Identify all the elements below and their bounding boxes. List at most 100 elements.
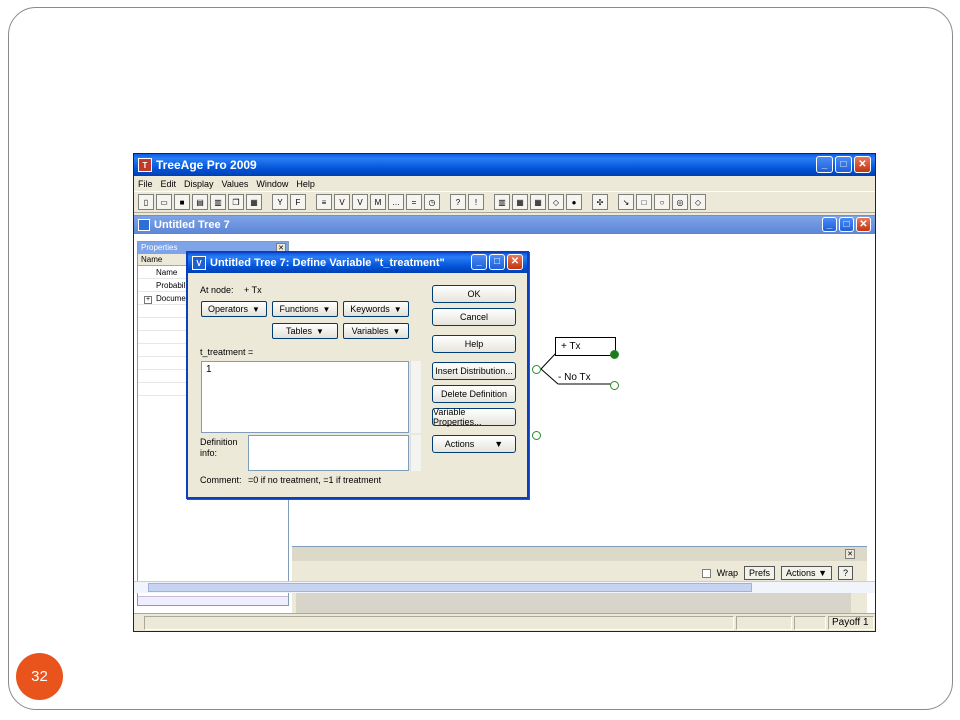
dropdown-arrow-icon: ▼ — [494, 439, 504, 449]
toolbar-separator — [308, 194, 314, 210]
child-maximize-button[interactable]: □ — [839, 217, 854, 232]
open-icon[interactable]: ▭ — [156, 194, 172, 210]
paste-icon[interactable]: ▦ — [246, 194, 262, 210]
comment-label: Comment: — [200, 475, 242, 485]
print-preview-icon[interactable]: ▥ — [210, 194, 226, 210]
sens2-icon[interactable]: ▦ — [530, 194, 546, 210]
dialog-maximize-button[interactable]: □ — [489, 254, 505, 270]
circle-icon[interactable]: ○ — [654, 194, 670, 210]
status-cell — [794, 616, 826, 630]
hscroll-thumb[interactable] — [148, 583, 752, 592]
tables-dropdown[interactable]: Tables ▼ — [272, 323, 338, 339]
node-minus-no-tx[interactable]: - No Tx — [558, 372, 591, 383]
terminal-node[interactable] — [610, 381, 619, 390]
decision-node-circle[interactable] — [532, 365, 541, 374]
menu-item-edit[interactable]: Edit — [161, 179, 177, 189]
menu-item-window[interactable]: Window — [256, 179, 288, 189]
dropdown-arrow-icon: ▼ — [322, 304, 331, 314]
output-pane-close-icon[interactable]: ✕ — [845, 549, 855, 559]
dialog-close-button[interactable]: ✕ — [507, 254, 523, 270]
maximize-button[interactable]: □ — [835, 156, 852, 173]
terminal-node-filled[interactable] — [610, 350, 619, 359]
m-icon[interactable]: M — [370, 194, 386, 210]
delete-definition-button[interactable]: Delete Definition — [432, 385, 516, 403]
treeage-app-icon: T — [138, 158, 152, 172]
menu-item-help[interactable]: Help — [296, 179, 315, 189]
dialog-body: At node: + Tx Operators ▼ Functions ▼ Keyw… — [188, 273, 527, 497]
actions-dropdown[interactable]: Actions ▼ — [781, 566, 832, 580]
insert-distribution-button[interactable]: Insert Distribution... — [432, 362, 516, 380]
ok-button[interactable]: OK — [432, 285, 516, 303]
chart-icon[interactable]: ▥ — [494, 194, 510, 210]
dots-icon[interactable]: … — [388, 194, 404, 210]
output-pane-tools: Wrap Prefs Actions ▼ ? — [701, 566, 853, 580]
variable-properties-button[interactable]: Variable Properties... — [432, 407, 516, 427]
expand-plus-icon[interactable]: + — [144, 296, 152, 304]
diamond-icon[interactable]: ◇ — [690, 194, 706, 210]
status-cell — [736, 616, 792, 630]
at-node-label: At node: — [200, 285, 234, 295]
circle2-icon[interactable]: ◎ — [672, 194, 688, 210]
menu-item-file[interactable]: File — [138, 179, 153, 189]
clock-icon[interactable]: ◷ — [424, 194, 440, 210]
dialog-minimize-button[interactable]: _ — [471, 254, 487, 270]
help-button[interactable]: ? — [837, 566, 853, 580]
close-button[interactable]: ✕ — [854, 156, 871, 173]
menu-item-display[interactable]: Display — [184, 179, 214, 189]
output-pane-header: ✕ — [292, 547, 867, 561]
vequals-icon[interactable]: V — [352, 194, 368, 210]
actions-dropdown-button[interactable]: Actions ▼ — [432, 435, 516, 453]
app-title: TreeAge Pro 2009 — [156, 158, 257, 172]
at-node-value: + Tx — [244, 285, 262, 295]
child-title: Untitled Tree 7 — [154, 219, 230, 231]
minimize-button[interactable]: _ — [816, 156, 833, 173]
app-title-bar[interactable]: T TreeAge Pro 2009 _ □ ✕ — [134, 154, 875, 176]
new-icon[interactable]: ▯ — [138, 194, 154, 210]
cancel-button[interactable]: Cancel — [432, 308, 516, 326]
node-plus-tx[interactable]: + Tx — [555, 337, 616, 356]
help-icon[interactable]: ? — [450, 194, 466, 210]
properties-hscroll[interactable] — [138, 596, 288, 605]
definition-info-textarea[interactable] — [248, 435, 409, 471]
expression-textarea[interactable]: 1 — [201, 361, 409, 433]
move-icon[interactable]: ✣ — [592, 194, 608, 210]
expression-vscroll[interactable] — [410, 361, 421, 433]
prefs-button[interactable]: Prefs — [744, 566, 776, 580]
toolbar-separator — [610, 194, 616, 210]
main-hscroll[interactable] — [134, 581, 875, 593]
define-variable-dialog: V Untitled Tree 7: Define Variable "t_tr… — [186, 251, 529, 499]
save-icon[interactable]: ■ — [174, 194, 190, 210]
warning-icon[interactable]: ! — [468, 194, 484, 210]
child-close-button[interactable]: ✕ — [856, 217, 871, 232]
copy-icon[interactable]: ❐ — [228, 194, 244, 210]
sphere-icon[interactable]: ● — [566, 194, 582, 210]
child-minimize-button[interactable]: _ — [822, 217, 837, 232]
dialog-title-bar[interactable]: V Untitled Tree 7: Define Variable "t_tr… — [188, 253, 527, 273]
print-icon[interactable]: ▤ — [192, 194, 208, 210]
node-circle[interactable] — [532, 431, 541, 440]
sens1-icon[interactable]: ▦ — [512, 194, 528, 210]
fx-icon[interactable]: F — [290, 194, 306, 210]
variables-dropdown[interactable]: Variables ▼ — [343, 323, 409, 339]
dropdown-arrow-icon: ▼ — [393, 304, 402, 314]
dropdown-arrow-icon: ▼ — [316, 326, 324, 336]
wrap-checkbox[interactable] — [701, 568, 711, 578]
tree-icon[interactable]: ≡ — [316, 194, 332, 210]
arrow-icon[interactable]: ↘ — [618, 194, 634, 210]
equals-icon[interactable]: = — [406, 194, 422, 210]
operators-dropdown[interactable]: Operators ▼ — [201, 301, 267, 317]
help-button[interactable]: Help — [432, 335, 516, 353]
functions-dropdown[interactable]: Functions ▼ — [272, 301, 338, 317]
menu-item-values[interactable]: Values — [222, 179, 249, 189]
keywords-dropdown[interactable]: Keywords ▼ — [343, 301, 409, 317]
v-icon[interactable]: V — [334, 194, 350, 210]
dropdown-arrow-icon: ▼ — [252, 304, 260, 314]
menu-bar: File Edit Display Values Window Help — [134, 176, 875, 191]
definition-info-vscroll[interactable] — [410, 435, 421, 471]
node-icon[interactable]: ◇ — [548, 194, 564, 210]
child-title-bar[interactable]: Untitled Tree 7 _ □ ✕ — [134, 216, 875, 234]
comment-value: =0 if no treatment, =1 if treatment — [248, 475, 382, 485]
yn-icon[interactable]: Y — [272, 194, 288, 210]
square-icon[interactable]: □ — [636, 194, 652, 210]
variable-expression-label: t_treatment = — [200, 347, 254, 357]
